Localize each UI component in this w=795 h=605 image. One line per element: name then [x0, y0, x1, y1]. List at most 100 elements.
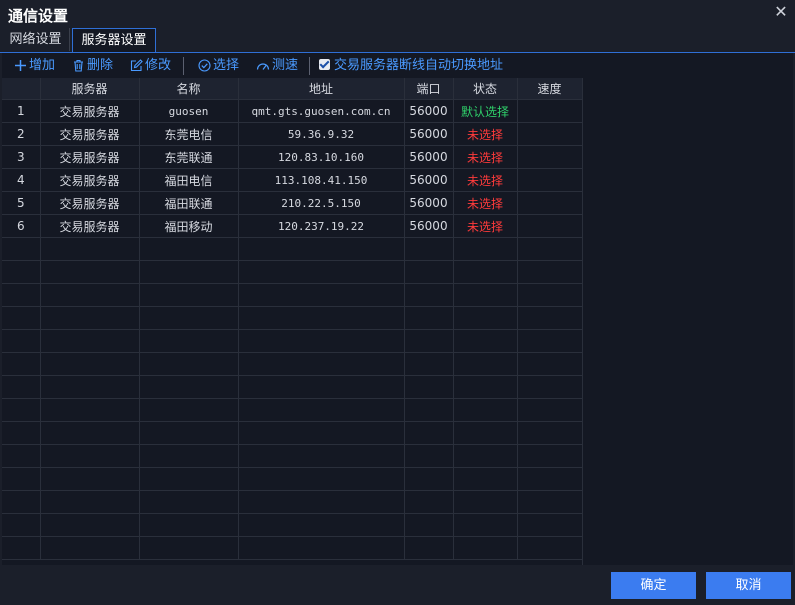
empty-cell	[40, 513, 140, 537]
empty-cell	[453, 398, 518, 422]
empty-cell	[238, 260, 405, 284]
autoswitch-label: 交易服务器断线自动切换地址	[334, 58, 504, 73]
empty-cell	[404, 421, 454, 445]
empty-cell	[139, 375, 239, 399]
empty-grid-row	[2, 352, 582, 376]
empty-grid-row	[2, 329, 582, 353]
empty-grid-row	[2, 283, 582, 307]
select-button[interactable]: 选择	[198, 57, 239, 75]
empty-cell	[238, 421, 405, 445]
speedtest-button-label: 测速	[272, 58, 299, 73]
cell-port: 56000	[404, 214, 454, 238]
empty-cell	[139, 306, 239, 330]
row-index: 1	[2, 99, 41, 123]
empty-cell	[139, 536, 239, 560]
empty-grid-row	[2, 306, 582, 330]
edit-button[interactable]: 修改	[130, 57, 171, 75]
table-row[interactable]: 3 交易服务器 东莞联通 120.83.10.160 56000 未选择	[2, 145, 582, 169]
server-table: 服务器 名称 地址 端口 状态 速度 1 交易服务器 guosen qmt.gt…	[2, 78, 583, 565]
empty-cell	[404, 536, 454, 560]
column-header-index[interactable]	[2, 78, 41, 100]
table-row[interactable]: 5 交易服务器 福田联通 210.22.5.150 56000 未选择	[2, 191, 582, 215]
cell-name: 东莞联通	[139, 145, 239, 169]
table-row[interactable]: 1 交易服务器 guosen qmt.gts.guosen.com.cn 560…	[2, 99, 582, 123]
empty-cell	[2, 306, 41, 330]
cell-name: 东莞电信	[139, 122, 239, 146]
empty-cell	[40, 352, 140, 376]
cell-speed	[517, 191, 582, 215]
empty-cell	[40, 306, 140, 330]
empty-cell	[404, 375, 454, 399]
cell-address: 210.22.5.150	[238, 191, 405, 215]
empty-cell	[40, 237, 140, 261]
empty-cell	[404, 260, 454, 284]
cell-status: 未选择	[453, 191, 518, 215]
cancel-button[interactable]: 取消	[706, 572, 791, 599]
empty-cell	[139, 352, 239, 376]
empty-cell	[2, 352, 41, 376]
empty-cell	[517, 490, 582, 514]
empty-cell	[517, 260, 582, 284]
cell-server: 交易服务器	[40, 122, 140, 146]
cell-server: 交易服务器	[40, 145, 140, 169]
cell-port: 56000	[404, 122, 454, 146]
empty-cell	[404, 398, 454, 422]
empty-cell	[2, 536, 41, 560]
row-index: 4	[2, 168, 41, 192]
empty-cell	[2, 444, 41, 468]
empty-cell	[40, 490, 140, 514]
empty-cell	[404, 329, 454, 353]
empty-cell	[517, 398, 582, 422]
table-row[interactable]: 2 交易服务器 东莞电信 59.36.9.32 56000 未选择	[2, 122, 582, 146]
window-title: 通信设置	[8, 7, 69, 25]
speedtest-button[interactable]: 测速	[256, 57, 298, 75]
empty-cell	[517, 467, 582, 491]
cell-server: 交易服务器	[40, 168, 140, 192]
toolbar: 增加 删除 修改 选择 测速 交易服务器断线自动切换地址	[2, 53, 793, 77]
tab-bar: 网络设置 服务器设置	[0, 28, 795, 53]
empty-cell	[238, 444, 405, 468]
empty-cell	[139, 513, 239, 537]
empty-cell	[40, 375, 140, 399]
column-header-server[interactable]: 服务器	[40, 78, 140, 100]
server-settings-panel: 增加 删除 修改 选择 测速 交易服务器断线自动切换地址 服务器 名称 地址 端…	[2, 53, 793, 565]
ok-button[interactable]: 确定	[611, 572, 696, 599]
cell-port: 56000	[404, 168, 454, 192]
table-row[interactable]: 6 交易服务器 福田移动 120.237.19.22 56000 未选择	[2, 214, 582, 238]
delete-button[interactable]: 删除	[72, 57, 113, 75]
empty-cell	[2, 467, 41, 491]
empty-cell	[453, 513, 518, 537]
column-header-name[interactable]: 名称	[139, 78, 239, 100]
empty-cell	[404, 237, 454, 261]
check-circle-icon	[198, 59, 211, 72]
empty-cell	[2, 398, 41, 422]
table-row[interactable]: 4 交易服务器 福田电信 113.108.41.150 56000 未选择	[2, 168, 582, 192]
dialog-footer: 确定 取消	[0, 565, 795, 605]
column-header-status[interactable]: 状态	[453, 78, 518, 100]
close-icon[interactable]: ✕	[773, 4, 789, 20]
empty-cell	[517, 375, 582, 399]
add-button[interactable]: 增加	[14, 57, 55, 75]
empty-cell	[238, 283, 405, 307]
empty-cell	[517, 237, 582, 261]
edit-button-label: 修改	[145, 58, 172, 73]
empty-cell	[404, 306, 454, 330]
title-bar: 通信设置 ✕	[0, 0, 795, 28]
empty-cell	[517, 513, 582, 537]
column-header-address[interactable]: 地址	[238, 78, 405, 100]
tab-network-settings[interactable]: 网络设置	[2, 28, 70, 51]
checkbox-checked-icon[interactable]	[319, 59, 330, 70]
cell-status: 未选择	[453, 145, 518, 169]
cell-status: 未选择	[453, 214, 518, 238]
cell-address: 120.237.19.22	[238, 214, 405, 238]
empty-cell	[40, 467, 140, 491]
cell-speed	[517, 122, 582, 146]
column-header-port[interactable]: 端口	[404, 78, 454, 100]
column-header-speed[interactable]: 速度	[517, 78, 582, 100]
empty-cell	[453, 306, 518, 330]
autoswitch-checkbox[interactable]: 交易服务器断线自动切换地址	[319, 57, 503, 75]
empty-cell	[139, 490, 239, 514]
empty-cell	[139, 398, 239, 422]
empty-cell	[40, 536, 140, 560]
tab-server-settings[interactable]: 服务器设置	[72, 28, 156, 52]
